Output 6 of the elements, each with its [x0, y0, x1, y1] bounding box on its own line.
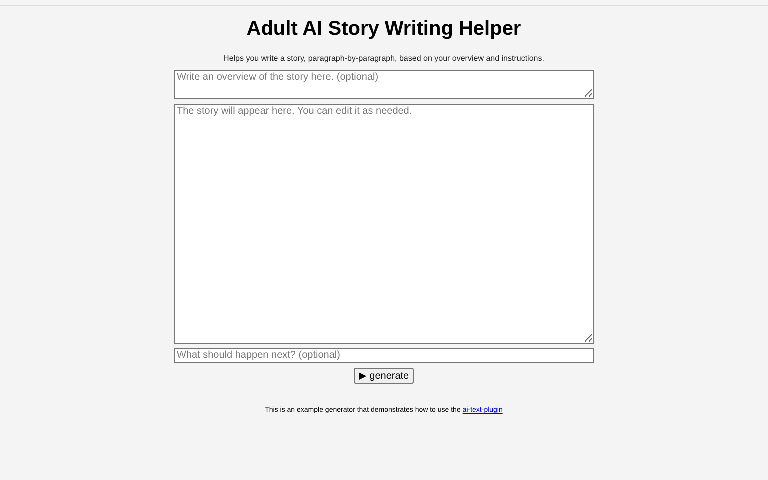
overview-field[interactable]: Write an overview of the story here. (optional) — [174, 70, 594, 99]
page-title: Adult AI Story Writing Helper — [246, 18, 522, 40]
description-text: Helps you write a story, paragraph-by-paragraph, based on your overview and instructions. — [224, 54, 544, 63]
generate-button[interactable]: ▶ generate — [354, 368, 414, 384]
story-field[interactable]: The story will appear here. You can edit it as needed. — [174, 104, 594, 344]
next-instruction-field[interactable]: What should happen next? (optional) — [174, 348, 594, 363]
